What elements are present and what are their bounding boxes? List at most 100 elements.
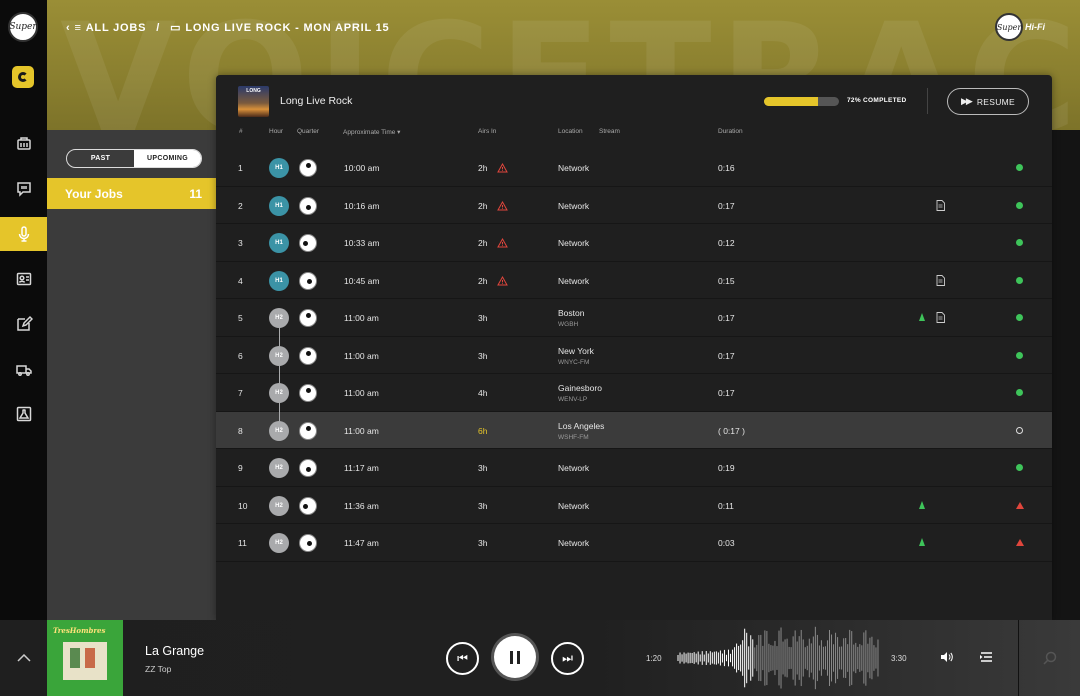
- previous-track-button[interactable]: ⏮: [446, 642, 479, 675]
- breadcrumb-all-jobs[interactable]: ALL JOBS: [86, 22, 147, 34]
- queue-list-icon[interactable]: [980, 651, 993, 663]
- your-jobs-label: Your Jobs: [65, 186, 123, 201]
- col-time[interactable]: Approximate Time ▾: [343, 128, 400, 136]
- location: Network: [558, 538, 590, 548]
- next-track-button[interactable]: ⏭: [551, 642, 584, 675]
- status-ok-icon: [1016, 164, 1023, 171]
- progress-bar: [764, 97, 839, 106]
- status-ok-icon: [1016, 201, 1023, 209]
- row-number: 10: [238, 500, 248, 511]
- airs-in: 3h: [478, 538, 488, 548]
- upload-status-icon: [919, 313, 925, 321]
- row-number: 7: [238, 388, 243, 398]
- col-num: #: [239, 128, 243, 135]
- airs-in: 4h: [478, 388, 488, 398]
- airs-in: 2h: [478, 238, 488, 248]
- breadcrumb-current: LONG LIVE ROCK - MON APRIL 15: [185, 21, 390, 34]
- status-ok-icon: [1016, 239, 1023, 246]
- airs-in: 6h: [478, 425, 488, 436]
- resume-button[interactable]: ▶▶ RESUME: [947, 88, 1029, 115]
- brand-logo: Super Hi-Fi: [995, 13, 1045, 41]
- script-doc-icon[interactable]: [936, 274, 945, 286]
- super-logo[interactable]: Super: [8, 12, 38, 42]
- segment-upcoming[interactable]: UPCOMING: [134, 150, 201, 167]
- jobs-sidebar: PAST UPCOMING Your Jobs 11: [47, 130, 216, 620]
- quarter-clock-icon: [299, 159, 317, 177]
- breadcrumb-separator: /: [156, 21, 161, 34]
- airs-in: 3h: [478, 463, 488, 473]
- quarter-clock-icon: [299, 534, 317, 552]
- dashboard-icon[interactable]: [0, 127, 47, 161]
- pause-icon: [510, 650, 520, 664]
- location: Network: [558, 238, 590, 248]
- your-jobs-item[interactable]: Your Jobs 11: [47, 178, 216, 209]
- super-hifi-logo: Super: [995, 13, 1023, 41]
- album-art-title: TresHombres: [53, 626, 106, 635]
- track-duration: 3:30: [891, 654, 907, 663]
- job-title: Long Live Rock: [280, 95, 353, 107]
- chevron-up-icon[interactable]: [0, 620, 47, 696]
- edit-icon[interactable]: [0, 307, 47, 341]
- table-row[interactable]: 3 H1 10:33 am 2h Network 0:12: [216, 224, 1052, 262]
- next-icon: ⏭: [562, 651, 573, 665]
- approx-time: 10:45 am: [344, 275, 380, 286]
- row-number: 2: [238, 200, 243, 211]
- hour-badge: H1: [269, 270, 289, 291]
- microphone-icon[interactable]: [0, 217, 47, 251]
- chat-icon[interactable]: [0, 172, 47, 206]
- quarter-clock-icon: [299, 196, 317, 215]
- folder-icon: ▭: [170, 22, 182, 34]
- warning-icon: [497, 163, 508, 173]
- table-row[interactable]: 6H211:00 am3hNew YorkWNYC-FM0:17: [216, 337, 1052, 374]
- segment-past[interactable]: PAST: [67, 150, 134, 167]
- lab-flask-icon[interactable]: [0, 397, 47, 431]
- player-bar: TresHombres La Grange ZZ Top ⏮ ⏭ 1:20 3:…: [0, 620, 1080, 696]
- fast-forward-icon: ▶▶: [960, 96, 973, 106]
- current-time: 1:20: [646, 654, 662, 663]
- table-row[interactable]: 8 H2 11:00 am 6h Los Angeles WSHF-FM( 0:17 ): [216, 411, 1052, 449]
- row-number: 1: [238, 163, 243, 173]
- hour-badge: H1: [269, 158, 289, 178]
- contacts-icon[interactable]: [0, 262, 47, 296]
- table-row[interactable]: 2 H1 10:16 am 2h Network 0:17: [216, 187, 1052, 224]
- table-row[interactable]: 1 H1 10:00 am 2h Network 0:16: [216, 149, 1052, 187]
- duration: 0:03: [718, 538, 735, 548]
- stream-call-sign: WENV-LP: [558, 396, 588, 403]
- row-number: 4: [238, 275, 243, 286]
- your-jobs-count: 11: [189, 186, 202, 201]
- table-row[interactable]: 5H211:00 am3hBostonWGBH0:17: [216, 299, 1052, 337]
- search-icon[interactable]: [1043, 651, 1057, 665]
- status-alert-icon: [1016, 539, 1024, 546]
- location: Boston: [558, 308, 585, 318]
- duration: 0:17: [718, 313, 735, 323]
- chevron-left-icon[interactable]: ‹: [66, 22, 70, 34]
- approx-time: 10:00 am: [344, 163, 380, 173]
- table-row[interactable]: 10 H2 11:36 am 3h Network 0:11: [216, 487, 1052, 524]
- status-ok-icon: [1016, 276, 1023, 284]
- script-doc-icon[interactable]: [936, 312, 945, 323]
- table-row[interactable]: 4 H1 10:45 am 2h Network 0:15: [216, 262, 1052, 299]
- duration: 0:16: [718, 163, 735, 173]
- pause-button[interactable]: [494, 636, 536, 678]
- waveform-scrubber[interactable]: [677, 626, 880, 690]
- status-ok-icon: [1016, 314, 1023, 321]
- col-location: Location: [558, 128, 583, 135]
- table-row[interactable]: 11 H2 11:47 am 3h Network 0:03: [216, 524, 1052, 562]
- app-switcher-icon[interactable]: [12, 66, 34, 88]
- hour-group-connector: [279, 318, 280, 430]
- duration: 0:17: [718, 200, 735, 211]
- duration: ( 0:17 ): [718, 425, 745, 436]
- table-row[interactable]: 7H211:00 am4hGainesboroWENV-LP0:17: [216, 374, 1052, 412]
- approx-time: 10:33 am: [344, 238, 380, 248]
- warning-icon: [497, 238, 508, 248]
- script-doc-icon[interactable]: [936, 199, 945, 211]
- location: Gainesboro: [558, 383, 602, 393]
- hour-badge: H2: [269, 533, 289, 553]
- quarter-clock-icon: [299, 421, 317, 440]
- row-number: 11: [238, 538, 247, 548]
- duration: 0:17: [718, 350, 735, 361]
- table-row[interactable]: 9 H2 11:17 am 3h Network 0:19: [216, 449, 1052, 487]
- truck-icon[interactable]: [0, 352, 47, 386]
- volume-icon[interactable]: [940, 651, 953, 663]
- player-divider: [1018, 620, 1019, 696]
